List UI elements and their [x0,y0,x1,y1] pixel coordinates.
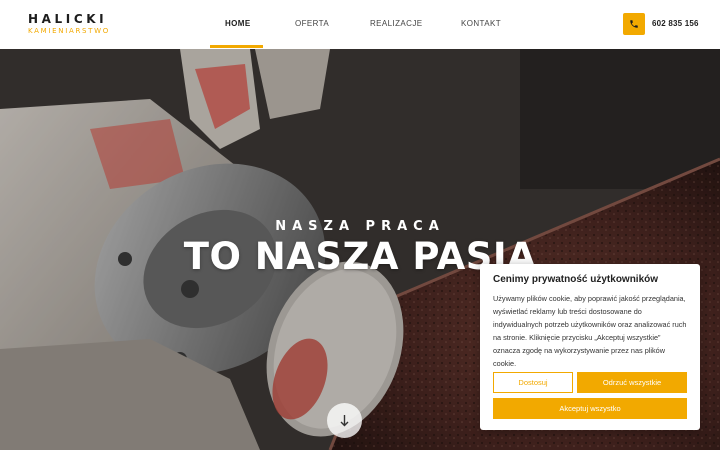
nav-active-indicator [210,45,263,48]
main-nav: HOME OFERTA REALIZACJE KONTAKT [0,0,720,49]
reject-all-button[interactable]: Odrzuć wszystkie [577,372,687,393]
scroll-down-button[interactable] [327,403,362,438]
phone-number[interactable]: 602 835 156 [652,19,699,28]
accept-all-button[interactable]: Akceptuj wszystko [493,398,687,419]
site-header: HALICKI KAMIENIARSTWO HOME OFERTA REALIZ… [0,0,720,49]
nav-item-home[interactable]: HOME [225,19,251,28]
customize-button[interactable]: Dostosuj [493,372,573,393]
arrow-down-icon [340,415,349,427]
cookie-title: Cenimy prywatność użytkowników [493,274,659,285]
hero-kicker: NASZA PRACA [275,219,445,234]
nav-item-realizacje[interactable]: REALIZACJE [370,19,422,28]
nav-item-oferta[interactable]: OFERTA [295,19,329,28]
phone-icon[interactable] [623,13,645,35]
nav-item-kontakt[interactable]: KONTAKT [461,19,501,28]
cookie-consent-popup: Cenimy prywatność użytkowników Używamy p… [480,264,700,430]
cookie-description: Używamy plików cookie, aby poprawić jako… [493,294,687,368]
